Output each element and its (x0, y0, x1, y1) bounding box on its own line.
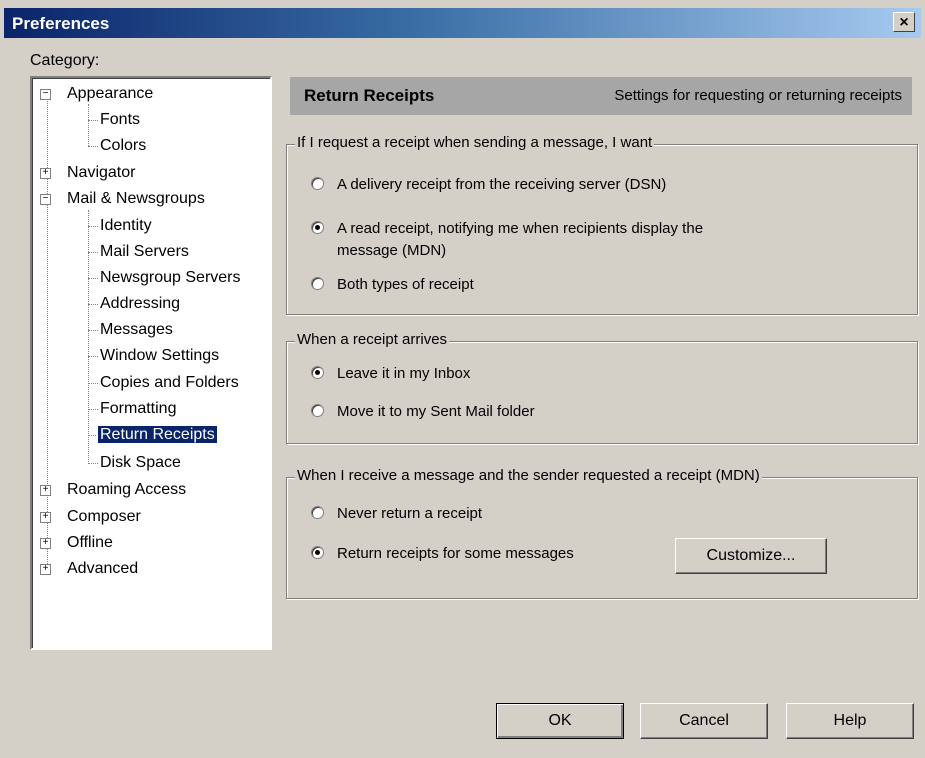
tree-connector (88, 146, 98, 147)
tree-item-label: Window Settings (100, 347, 220, 364)
radio-label: A read receipt, notifying me when recipi… (337, 220, 704, 237)
return-receipt-group: When I receive a message and the sender … (286, 467, 918, 599)
tree-connector (88, 304, 98, 305)
radio-label: Leave it in my Inbox (337, 365, 471, 382)
tree-item-copies-and-folders[interactable]: Copies and Folders (100, 372, 239, 394)
expand-icon[interactable]: + (40, 485, 51, 496)
help-button[interactable]: Help (786, 703, 914, 739)
radio-label: Both types of receipt (337, 276, 474, 293)
tree-item-label: Identity (100, 217, 152, 234)
close-button[interactable]: × (893, 12, 915, 32)
tree-item-messages[interactable]: Messages (100, 319, 173, 341)
expand-icon[interactable]: + (40, 538, 51, 549)
tree-item-label: Mail Servers (100, 243, 189, 260)
collapse-icon[interactable]: − (40, 89, 51, 100)
tree-connector (88, 383, 98, 384)
category-tree[interactable]: − Appearance Fonts Colors + Navigator − … (30, 76, 272, 650)
radio-button[interactable] (311, 366, 324, 379)
tree-item-label: Formatting (100, 400, 177, 417)
receipt-arrives-group: When a receipt arrives Leave it in my In… (286, 331, 918, 444)
radio-button[interactable] (311, 277, 324, 290)
tree-item-label: Addressing (100, 295, 181, 312)
tree-item-addressing[interactable]: Addressing (100, 293, 180, 315)
tree-connector (88, 120, 98, 121)
window-title: Preferences (12, 14, 110, 33)
expand-icon[interactable]: + (40, 512, 51, 523)
radio-button[interactable] (311, 404, 324, 417)
tree-item-window-settings[interactable]: Window Settings (100, 345, 219, 367)
panel-description: Settings for requesting or returning rec… (614, 87, 902, 104)
ok-button[interactable]: OK (496, 703, 624, 739)
tree-connector (88, 330, 98, 331)
tree-item-label: Return Receipts (97, 425, 218, 444)
group-legend: When I receive a message and the sender … (295, 467, 762, 484)
tree-connector (88, 463, 98, 464)
tree-branch-line (88, 104, 89, 146)
tree-branch-line (88, 210, 89, 464)
tree-item-label: Roaming Access (67, 481, 187, 498)
expand-icon[interactable]: + (40, 168, 51, 179)
tree-item-formatting[interactable]: Formatting (100, 398, 176, 420)
cancel-button[interactable]: Cancel (640, 703, 768, 739)
radio-label: Return receipts for some messages (337, 545, 574, 562)
radio-button[interactable] (311, 177, 324, 190)
radio-button[interactable] (311, 546, 324, 559)
tree-item-label: Copies and Folders (100, 374, 239, 391)
tree-item-label: Colors (100, 137, 147, 154)
title-bar: Preferences × (4, 8, 921, 38)
tree-item-label: Navigator (67, 164, 136, 181)
tree-item-label: Fonts (100, 111, 141, 128)
tree-item-label: Offline (67, 534, 113, 551)
tree-item-label: Composer (67, 508, 141, 525)
radio-label-line2: message (MDN) (337, 242, 447, 259)
tree-connector (88, 278, 98, 279)
customize-button[interactable]: Customize... (675, 538, 827, 574)
radio-label: A delivery receipt from the receiving se… (337, 176, 667, 193)
radio-label: Never return a receipt (337, 505, 483, 522)
tree-item-disk-space[interactable]: Disk Space (100, 452, 181, 474)
request-receipt-group: If I request a receipt when sending a me… (286, 134, 918, 315)
panel-header: Return Receipts Settings for requesting … (290, 77, 912, 115)
tree-connector (88, 356, 98, 357)
tree-item-label: Appearance (67, 85, 154, 102)
tree-item-mail-servers[interactable]: Mail Servers (100, 241, 189, 263)
tree-item-colors[interactable]: Colors (100, 135, 146, 157)
tree-connector (88, 252, 98, 253)
collapse-icon[interactable]: − (40, 194, 51, 205)
radio-button[interactable] (311, 221, 324, 234)
tree-connector (88, 435, 98, 436)
tree-item-label: Disk Space (100, 454, 181, 471)
tree-item-identity[interactable]: Identity (100, 215, 152, 237)
radio-label: Move it to my Sent Mail folder (337, 403, 535, 420)
tree-item-label: Newsgroup Servers (100, 269, 241, 286)
panel-title: Return Receipts (304, 86, 435, 105)
preferences-dialog: Preferences × Category: − Appearance Fon… (0, 0, 925, 758)
tree-connector (88, 409, 98, 410)
tree-item-return-receipts[interactable]: Return Receipts (97, 424, 218, 446)
group-legend: If I request a receipt when sending a me… (295, 134, 655, 151)
tree-item-label: Advanced (67, 560, 139, 577)
group-legend: When a receipt arrives (295, 331, 450, 348)
tree-item-fonts[interactable]: Fonts (100, 109, 140, 131)
tree-item-label: Mail & Newsgroups (67, 190, 205, 207)
category-label: Category: (30, 52, 100, 69)
tree-item-label: Messages (100, 321, 173, 338)
radio-button[interactable] (311, 506, 324, 519)
tree-connector (88, 226, 98, 227)
tree-item-newsgroup-servers[interactable]: Newsgroup Servers (100, 267, 241, 289)
expand-icon[interactable]: + (40, 564, 51, 575)
